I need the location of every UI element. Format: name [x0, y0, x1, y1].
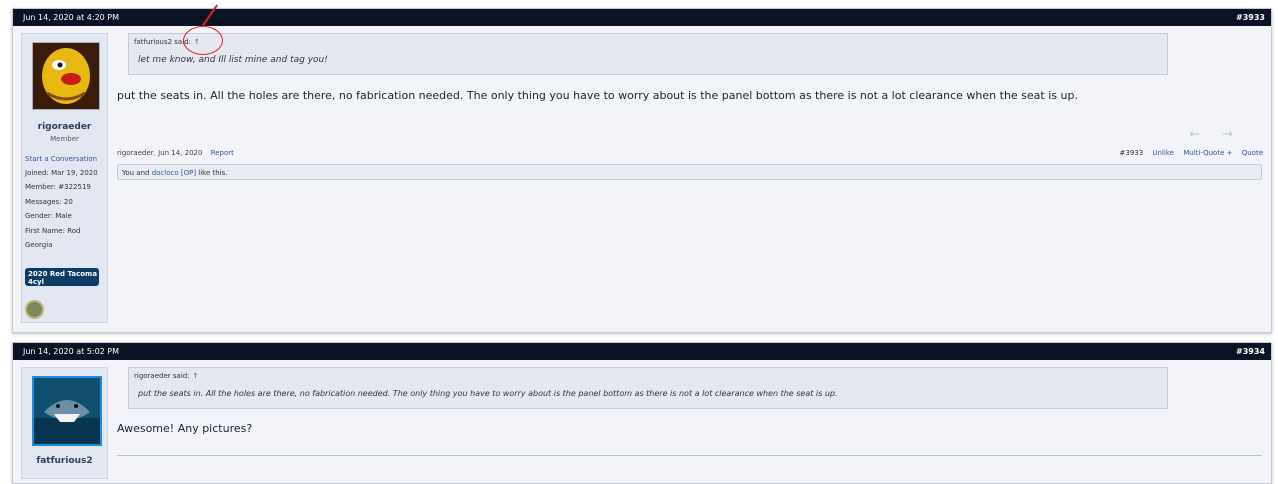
post-date[interactable]: Jun 14, 2020 at 4:20 PM — [23, 9, 119, 26]
arrow-right-icon[interactable]: → — [1222, 127, 1255, 142]
quote-block: rigoraeder said: ↑ put the seats in. All … — [128, 367, 1168, 409]
footer-author[interactable]: rigoraeder — [117, 149, 154, 157]
quote-block: fatfurious2 said: ↑ let me know, and Ill … — [128, 33, 1168, 75]
username[interactable]: fatfurious2 — [22, 456, 107, 466]
gender-line: Gender: Male — [25, 212, 72, 220]
avatar[interactable] — [32, 376, 102, 446]
divider — [117, 455, 1262, 456]
avatar[interactable] — [32, 42, 100, 110]
badge-icon — [25, 300, 44, 319]
username[interactable]: rigoraeder — [22, 122, 107, 132]
annotation-circle — [183, 26, 223, 55]
first-name-line: First Name: Rod — [25, 227, 81, 235]
post-3934: Jun 14, 2020 at 5:02 PM #3934 fatfurious… — [12, 342, 1272, 484]
joined-line: Joined: Mar 19, 2020 — [25, 169, 98, 177]
messages-line: Messages: 20 — [25, 198, 73, 206]
post-permalink[interactable]: #3933 — [1236, 9, 1265, 26]
quote-up-link[interactable]: ↑ — [193, 372, 199, 380]
location-line: Georgia — [25, 241, 53, 249]
quote-link[interactable]: Quote — [1242, 149, 1263, 157]
post-permalink[interactable]: #3934 — [1236, 343, 1265, 360]
start-conversation-link[interactable]: Start a Conversation — [25, 155, 97, 163]
post-date[interactable]: Jun 14, 2020 at 5:02 PM — [23, 343, 119, 360]
post-footer-left: rigoraeder, Jun 14, 2020 Report — [117, 149, 234, 157]
user-info-panel: rigoraeder Member Start a Conversation J… — [21, 33, 108, 323]
arrow-left-icon[interactable]: ← — [1189, 127, 1222, 142]
vehicle-banner: 2020 Red Tacoma 4cyl — [25, 268, 99, 286]
member-line: Member: #322519 — [25, 183, 91, 191]
multi-quote-link[interactable]: Multi-Quote + — [1183, 149, 1232, 157]
user-title: Member — [50, 135, 79, 143]
nav-arrows: ←→ — [1189, 127, 1255, 142]
likes-summary: You and docloco [OP] like this. — [117, 164, 1262, 180]
liker-link[interactable]: docloco [OP] — [152, 169, 196, 177]
footer-post-number[interactable]: #3933 — [1120, 149, 1144, 157]
quote-text: put the seats in. All the holes are ther… — [138, 389, 838, 398]
unlike-link[interactable]: Unlike — [1152, 149, 1174, 157]
footer-date[interactable]: Jun 14, 2020 — [158, 149, 202, 157]
post-message: Awesome! Any pictures? — [117, 422, 253, 435]
post-footer-right: #3933 Unlike Multi-Quote + Quote — [1113, 149, 1264, 157]
post-header: Jun 14, 2020 at 5:02 PM #3934 — [13, 343, 1271, 360]
report-link[interactable]: Report — [211, 149, 234, 157]
quote-text: let me know, and Ill list mine and tag y… — [138, 55, 328, 65]
quote-attribution: rigoraeder said: ↑ — [134, 372, 199, 380]
post-message: put the seats in. All the holes are ther… — [117, 89, 1078, 102]
user-info-panel: fatfurious2 — [21, 367, 108, 479]
post-3933: Jun 14, 2020 at 4:20 PM #3933 rigoraeder… — [12, 8, 1272, 333]
